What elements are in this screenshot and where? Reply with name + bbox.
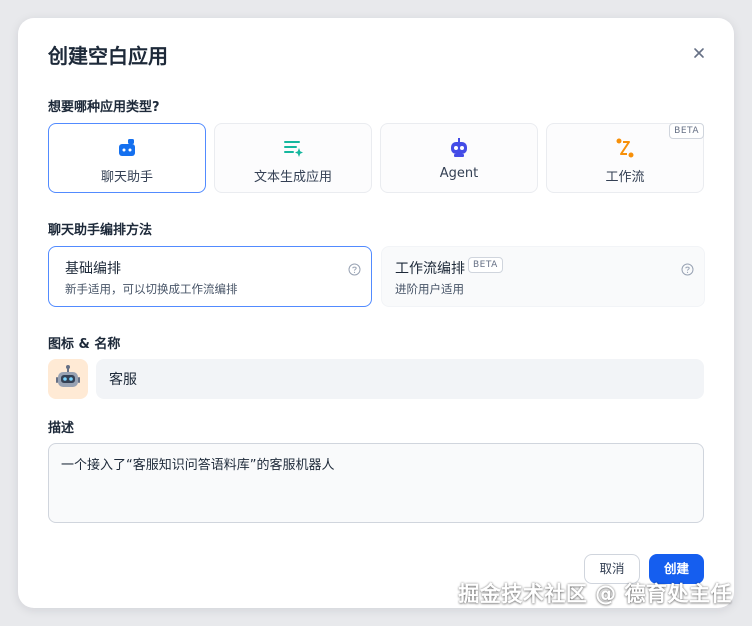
help-icon[interactable] (681, 261, 694, 276)
method-desc: 新手适用，可以切换成工作流编排 (65, 282, 238, 296)
beta-badge: BETA (468, 257, 503, 273)
app-type-options: 聊天助手 文本生成应用 Agent 工作流 BETA (48, 123, 704, 193)
app-type-chat-assistant[interactable]: 聊天助手 (48, 123, 206, 193)
app-name-input[interactable] (96, 359, 704, 399)
app-type-text-generator[interactable]: 文本生成应用 (214, 123, 372, 193)
app-type-label: 想要哪种应用类型? (48, 100, 160, 115)
method-title: 基础编排 (65, 261, 121, 277)
method-desc: 进阶用户适用 (395, 282, 464, 296)
beta-badge: BETA (669, 123, 704, 139)
help-icon[interactable] (348, 261, 361, 276)
method-label: 聊天助手编排方法 (48, 223, 153, 238)
app-type-label-text: 工作流 (605, 170, 645, 185)
description-textarea[interactable]: 一个接入了“客服知识问答语料库”的客服机器人 (48, 443, 704, 523)
app-type-label-text: 文本生成应用 (253, 170, 332, 185)
app-type-agent[interactable]: Agent (380, 123, 538, 193)
robot-icon (448, 137, 470, 159)
method-title: 工作流编排 (395, 261, 465, 277)
app-type-label-text: 聊天助手 (100, 170, 153, 185)
watermark: 掘金技术社区 @ 德育处主任 (458, 582, 732, 606)
icon-name-label: 图标 & 名称 (48, 337, 121, 352)
close-icon[interactable] (690, 44, 708, 62)
method-workflow[interactable]: 工作流编排 BETA 进阶用户适用 (381, 246, 705, 307)
description-label: 描述 (48, 421, 75, 436)
app-type-label-text: Agent (439, 166, 479, 181)
dialog-title: 创建空白应用 (48, 44, 168, 68)
app-type-workflow[interactable]: 工作流 BETA (546, 123, 704, 193)
app-avatar[interactable] (48, 359, 88, 399)
workflow-icon (614, 137, 636, 159)
method-basic[interactable]: 基础编排 新手适用，可以切换成工作流编排 (48, 246, 372, 307)
create-app-dialog: 创建空白应用 想要哪种应用类型? 聊天助手 文本生成应用 Agent 工作流 B… (18, 18, 734, 608)
robot-avatar-icon (56, 365, 80, 387)
text-sparkle-icon (282, 137, 304, 159)
chat-bot-icon (116, 137, 138, 159)
